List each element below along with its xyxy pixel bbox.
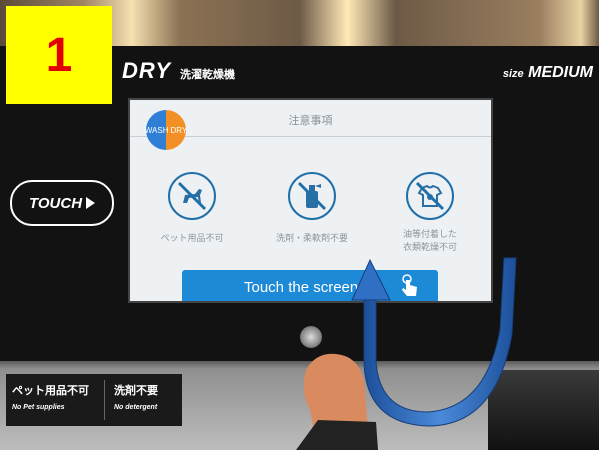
no-oily-clothes-label-line2: 衣類乾燥不可 xyxy=(402,242,457,252)
no-detergent-label: 洗剤・柔軟剤不要 xyxy=(275,233,348,243)
no-detergent-sign-jp: 洗剤不要 xyxy=(114,385,158,397)
no-pet-label: ペット用品不可 xyxy=(160,233,224,243)
no-pet-sign-jp: ペット用品不可 xyxy=(12,385,89,397)
payment-terminal xyxy=(488,370,599,450)
screen-header: WASH DRY 注意事項 xyxy=(130,100,491,150)
no-detergent-sign-en: No detergent xyxy=(114,404,158,411)
no-oily-clothes-label: 油等付着した 衣類乾燥不可 xyxy=(380,228,480,254)
kiosk-photo: 1 DRY 洗濯乾燥機 size MEDIUM TOUCH WASH DRY 注… xyxy=(0,0,599,450)
no-oily-clothes-label-line1: 油等付着した xyxy=(402,229,457,239)
bottom-warning-sign: ペット用品不可 No Pet supplies 洗剤不要 No detergen… xyxy=(6,374,182,426)
no-oily-clothes-icon xyxy=(406,172,454,220)
sign-divider xyxy=(104,380,105,420)
pointing-hand-icon xyxy=(402,274,417,296)
no-detergent-icon xyxy=(288,172,336,220)
touch-the-screen-label: Touch the screen xyxy=(244,278,359,296)
size-value: MEDIUM xyxy=(528,64,593,81)
no-pet-sign-en: No Pet supplies xyxy=(12,404,65,411)
brand-subtitle: 洗濯乾燥機 xyxy=(180,69,235,81)
screen-title: 注意事項 xyxy=(288,115,333,127)
touch-screen[interactable]: WASH DRY 注意事項 ペット用品不可 洗剤・柔軟剤不要 油等付着した 衣類… xyxy=(128,98,493,303)
brand-title: DRY xyxy=(122,58,172,83)
touch-label: TOUCH xyxy=(28,194,83,212)
touch-indicator: TOUCH xyxy=(10,180,114,226)
no-pet-icon xyxy=(168,172,216,220)
hand-holding-key xyxy=(296,353,378,450)
size-prefix: size xyxy=(502,68,524,80)
touch-the-screen-button[interactable]: Touch the screen xyxy=(182,270,438,301)
play-arrow-icon xyxy=(86,197,96,209)
size-label: size MEDIUM xyxy=(503,64,593,82)
step-badge: 1 xyxy=(6,6,112,104)
step-number: 1 xyxy=(45,28,73,82)
